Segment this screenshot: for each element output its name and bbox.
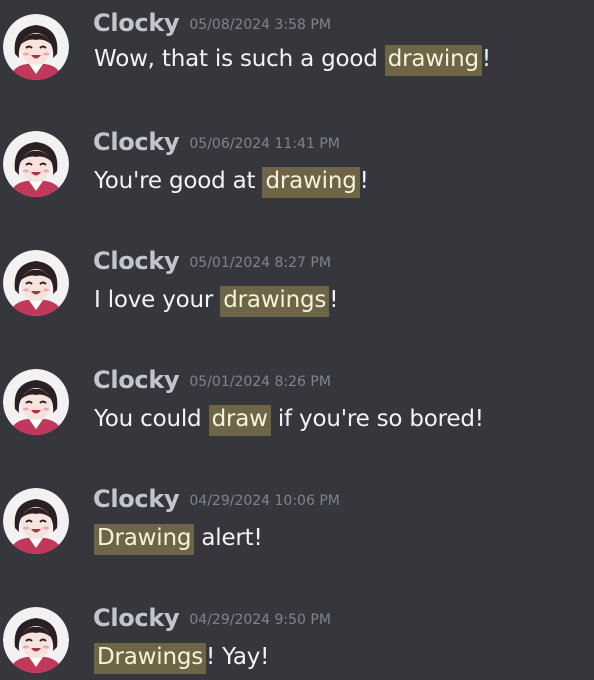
highlighted-keyword: Drawings — [94, 643, 207, 674]
anime-girl-avatar-icon[interactable] — [3, 607, 69, 673]
highlighted-keyword: drawings — [220, 286, 330, 317]
timestamp: 05/01/2024 8:26 PM — [189, 374, 331, 390]
timestamp: 04/29/2024 9:50 PM — [189, 612, 331, 628]
username[interactable]: Clocky — [93, 366, 180, 394]
message-header: Clocky 05/01/2024 8:27 PM — [93, 247, 331, 275]
message-text-after: ! — [359, 168, 369, 194]
anime-girl-avatar-icon[interactable] — [3, 131, 69, 197]
message-text: Wow, that is such a good drawing! — [94, 45, 491, 76]
highlighted-keyword: drawing — [384, 45, 482, 76]
message-text: Drawing alert! — [94, 524, 263, 555]
anime-girl-avatar-icon[interactable] — [3, 14, 69, 80]
message-text-after: if you're so bored! — [270, 406, 484, 432]
highlighted-keyword: drawing — [262, 167, 360, 198]
timestamp: 05/06/2024 11:41 PM — [189, 136, 340, 152]
chat-message: Clocky 05/06/2024 11:41 PM You're good at… — [0, 121, 594, 231]
anime-girl-avatar-icon[interactable] — [3, 250, 69, 316]
chat-message: Clocky 05/08/2024 3:58 PM Wow, that is su… — [0, 0, 594, 110]
message-text: You're good at drawing! — [94, 167, 369, 198]
chat-message: Clocky 05/01/2024 8:26 PM You could draw … — [0, 359, 594, 469]
username[interactable]: Clocky — [93, 9, 180, 37]
chat-message: Clocky 04/29/2024 9:50 PM Drawings! Yay! — [0, 597, 594, 680]
anime-girl-avatar-icon[interactable] — [3, 488, 69, 554]
timestamp: 04/29/2024 10:06 PM — [189, 493, 340, 509]
message-header: Clocky 05/01/2024 8:26 PM — [93, 366, 331, 394]
message-text-after: alert! — [194, 525, 263, 551]
chat-message: Clocky 05/01/2024 8:27 PM I love your dra… — [0, 240, 594, 350]
anime-girl-avatar-icon[interactable] — [3, 369, 69, 435]
message-header: Clocky 04/29/2024 10:06 PM — [93, 485, 340, 513]
username[interactable]: Clocky — [93, 604, 180, 632]
highlighted-keyword: draw — [208, 405, 271, 436]
username[interactable]: Clocky — [93, 247, 180, 275]
message-header: Clocky 05/08/2024 3:58 PM — [93, 9, 331, 37]
message-text: I love your drawings! — [94, 286, 339, 317]
chat-message: Clocky 04/29/2024 10:06 PM Drawing alert! — [0, 478, 594, 588]
message-text: You could draw if you're so bored! — [94, 405, 484, 436]
message-text-before: You could — [94, 406, 209, 432]
message-text-after: ! Yay! — [206, 644, 270, 670]
message-text-before: I love your — [94, 287, 221, 313]
message-text-after: ! — [329, 287, 339, 313]
timestamp: 05/08/2024 3:58 PM — [189, 17, 331, 33]
message-text: Drawings! Yay! — [94, 643, 270, 674]
highlighted-keyword: Drawing — [94, 524, 195, 555]
message-header: Clocky 05/06/2024 11:41 PM — [93, 128, 340, 156]
username[interactable]: Clocky — [93, 485, 180, 513]
username[interactable]: Clocky — [93, 128, 180, 156]
message-text-before: Wow, that is such a good — [94, 46, 385, 72]
message-text-after: ! — [481, 46, 491, 72]
timestamp: 05/01/2024 8:27 PM — [189, 255, 331, 271]
message-text-before: You're good at — [94, 168, 263, 194]
message-header: Clocky 04/29/2024 9:50 PM — [93, 604, 331, 632]
